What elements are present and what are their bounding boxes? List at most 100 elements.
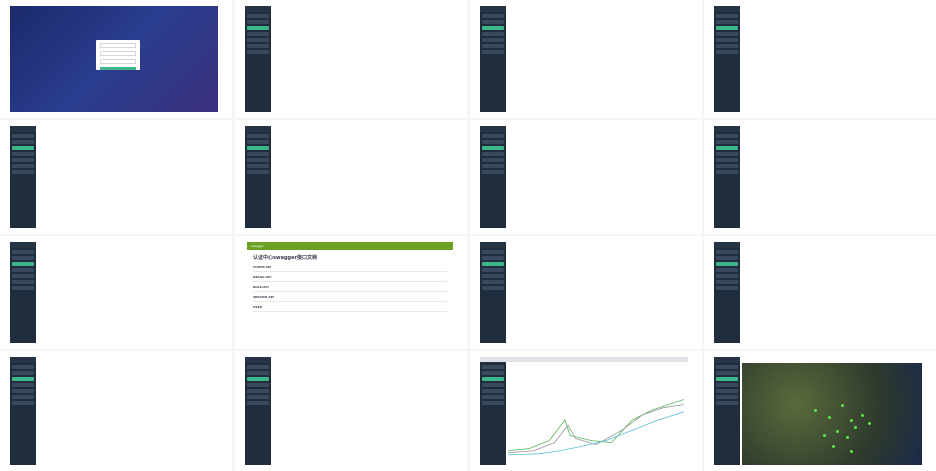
sidebar-item[interactable] — [716, 395, 738, 399]
sidebar-item[interactable] — [12, 262, 34, 266]
password-field[interactable] — [100, 51, 136, 56]
map-marker[interactable] — [846, 436, 850, 440]
sidebar-item[interactable] — [716, 274, 738, 278]
api-group[interactable]: DBLOG-API — [253, 275, 447, 282]
sidebar-item[interactable] — [247, 389, 269, 393]
sidebar-item[interactable] — [12, 170, 34, 174]
sidebar-item[interactable] — [247, 170, 269, 174]
sidebar-item[interactable] — [482, 389, 504, 393]
sidebar-item[interactable] — [12, 274, 34, 278]
sidebar-item[interactable] — [12, 286, 34, 290]
map-marker[interactable] — [853, 426, 857, 430]
sidebar-item[interactable] — [247, 38, 269, 42]
sidebar-item[interactable] — [247, 365, 269, 369]
sidebar-item[interactable] — [482, 274, 504, 278]
sidebar-item[interactable] — [482, 286, 504, 290]
map-marker[interactable] — [814, 408, 817, 412]
sidebar-item[interactable] — [716, 14, 738, 18]
sidebar-item[interactable] — [12, 164, 34, 168]
map-marker[interactable] — [832, 444, 835, 448]
sidebar-item[interactable] — [482, 401, 504, 405]
sidebar-item[interactable] — [716, 44, 738, 48]
sidebar-item[interactable] — [12, 250, 34, 254]
sidebar-item[interactable] — [12, 146, 34, 150]
sidebar-item[interactable] — [716, 134, 738, 138]
sidebar-item[interactable] — [716, 268, 738, 272]
sidebar-item[interactable] — [12, 134, 34, 138]
sidebar-item[interactable] — [482, 268, 504, 272]
sidebar-item[interactable] — [716, 50, 738, 54]
sidebar-item[interactable] — [716, 20, 738, 24]
sidebar-item[interactable] — [716, 146, 738, 150]
sidebar-item[interactable] — [247, 383, 269, 387]
sidebar-item[interactable] — [716, 170, 738, 174]
sidebar-item[interactable] — [247, 134, 269, 138]
sidebar-item[interactable] — [12, 371, 34, 375]
sidebar-item[interactable] — [12, 401, 34, 405]
sidebar-item[interactable] — [482, 26, 504, 30]
sidebar-item[interactable] — [247, 20, 269, 24]
sidebar-item[interactable] — [247, 14, 269, 18]
login-button[interactable] — [100, 67, 136, 70]
sidebar-item[interactable] — [716, 371, 738, 375]
sidebar-item[interactable] — [247, 26, 269, 30]
map-marker[interactable] — [850, 419, 853, 423]
sidebar-item[interactable] — [12, 280, 34, 284]
sidebar-item[interactable] — [482, 371, 504, 375]
sidebar-item[interactable] — [12, 377, 34, 381]
sidebar-item[interactable] — [12, 365, 34, 369]
sidebar-item[interactable] — [716, 164, 738, 168]
map-marker[interactable] — [835, 430, 839, 434]
sidebar-item[interactable] — [247, 32, 269, 36]
sidebar-item[interactable] — [12, 152, 34, 156]
sidebar-item[interactable] — [716, 256, 738, 260]
sidebar-item[interactable] — [482, 262, 504, 266]
sidebar-item[interactable] — [716, 286, 738, 290]
sidebar-item[interactable] — [12, 158, 34, 162]
map-view[interactable] — [742, 363, 922, 465]
map-marker[interactable] — [828, 416, 832, 420]
sidebar-item[interactable] — [716, 280, 738, 284]
sidebar-item[interactable] — [716, 26, 738, 30]
sidebar-item[interactable] — [247, 371, 269, 375]
sidebar-item[interactable] — [716, 250, 738, 254]
map-marker[interactable] — [868, 422, 871, 426]
api-group[interactable]: ROLE-API — [253, 285, 447, 292]
sidebar-item[interactable] — [247, 140, 269, 144]
sidebar-item[interactable] — [12, 389, 34, 393]
captcha-field[interactable] — [100, 59, 136, 64]
sidebar-item[interactable] — [482, 164, 504, 168]
sidebar-item[interactable] — [716, 377, 738, 381]
sidebar-item[interactable] — [482, 280, 504, 284]
sidebar-item[interactable] — [716, 140, 738, 144]
api-group[interactable]: SERVICE-API — [253, 295, 447, 302]
sidebar-item[interactable] — [482, 146, 504, 150]
sidebar-item[interactable] — [482, 14, 504, 18]
sidebar-item[interactable] — [716, 158, 738, 162]
api-group[interactable]: CLIENT-API — [253, 265, 447, 272]
sidebar-item[interactable] — [247, 152, 269, 156]
sidebar-item[interactable] — [247, 164, 269, 168]
sidebar-item[interactable] — [482, 32, 504, 36]
sidebar-item[interactable] — [716, 401, 738, 405]
sidebar-item[interactable] — [716, 383, 738, 387]
sidebar-item[interactable] — [716, 262, 738, 266]
sidebar-item[interactable] — [12, 140, 34, 144]
username-field[interactable] — [100, 43, 136, 48]
sidebar-item[interactable] — [482, 50, 504, 54]
sidebar-item[interactable] — [247, 401, 269, 405]
map-marker[interactable] — [823, 434, 826, 438]
sidebar-item[interactable] — [247, 44, 269, 48]
sidebar-item[interactable] — [247, 158, 269, 162]
map-marker[interactable] — [860, 414, 864, 417]
sidebar-item[interactable] — [482, 256, 504, 260]
api-group[interactable]: USER — [253, 305, 447, 312]
sidebar-item[interactable] — [247, 395, 269, 399]
sidebar-item[interactable] — [482, 140, 504, 144]
sidebar-item[interactable] — [716, 38, 738, 42]
sidebar-item[interactable] — [482, 377, 504, 381]
sidebar-item[interactable] — [716, 365, 738, 369]
sidebar-item[interactable] — [482, 134, 504, 138]
sidebar-item[interactable] — [247, 146, 269, 150]
sidebar-item[interactable] — [482, 20, 504, 24]
